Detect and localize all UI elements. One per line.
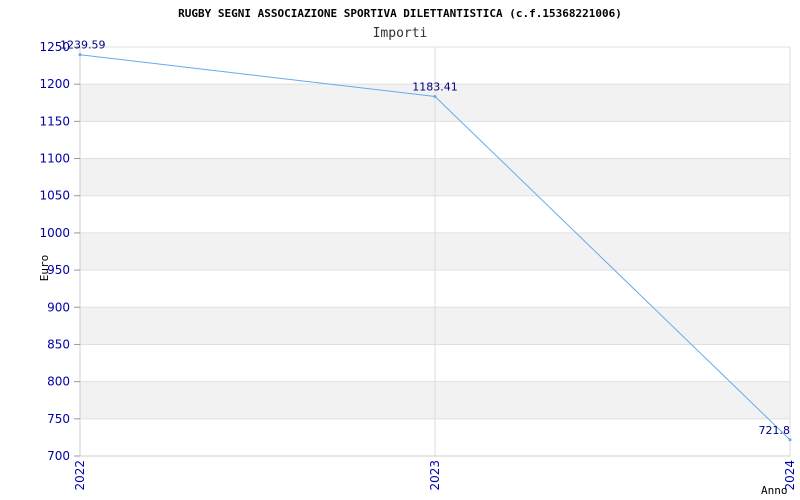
x-axis-label: Anno (761, 484, 788, 497)
x-tick-label: 2022 (73, 460, 87, 491)
chart-title: RUGBY SEGNI ASSOCIAZIONE SPORTIVA DILETT… (178, 7, 622, 20)
data-label: 721.8 (759, 424, 791, 437)
y-tick-label: 1150 (39, 114, 70, 128)
y-tick-label: 1200 (39, 77, 70, 91)
chart-subtitle: Importi (373, 26, 428, 41)
y-tick-label: 800 (47, 375, 70, 389)
y-tick-label: 700 (47, 449, 70, 463)
y-tick-label: 850 (47, 337, 70, 351)
y-tick-label: 1100 (39, 152, 70, 166)
y-axis-label: Euro (38, 255, 51, 282)
y-tick-label: 750 (47, 412, 70, 426)
line-chart: RUGBY SEGNI ASSOCIAZIONE SPORTIVA DILETT… (38, 7, 797, 497)
x-axis-ticks: 2022 2023 2024 (73, 460, 797, 491)
y-axis-ticks: 7007508008509009501000105011001150120012… (39, 40, 80, 463)
data-label: 1239.59 (60, 39, 106, 52)
y-tick-label: 900 (47, 300, 70, 314)
y-tick-label: 1000 (39, 226, 70, 240)
data-point (433, 95, 437, 99)
data-point (78, 53, 82, 57)
x-tick-label: 2023 (428, 460, 442, 491)
data-point (788, 438, 792, 442)
data-label: 1183.41 (412, 81, 458, 94)
y-tick-label: 1050 (39, 189, 70, 203)
